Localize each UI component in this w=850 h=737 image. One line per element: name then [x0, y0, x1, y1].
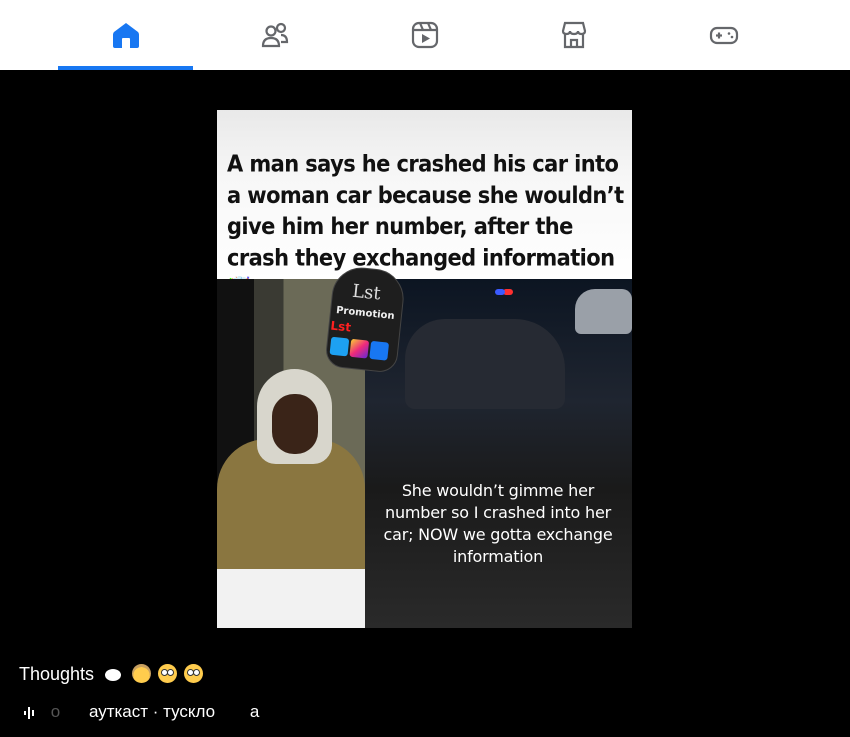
facebook-icon — [369, 340, 390, 361]
tab-reels[interactable] — [357, 0, 492, 70]
instagram-icon — [349, 338, 370, 359]
audio-faded-text: о — [50, 702, 61, 721]
image-headline-area: A man says he crashed his car into a wom… — [217, 110, 632, 303]
home-icon — [112, 23, 139, 48]
image-caption: She wouldn’t gimme her number so I crash… — [383, 481, 613, 566]
tab-marketplace[interactable] — [506, 0, 641, 70]
friends-icon — [261, 22, 288, 48]
thought-bubble-icon — [105, 669, 122, 681]
flushed-face-icon — [184, 664, 204, 683]
audio-label: аутк​аст · тускло — [88, 702, 216, 721]
audio-attribution[interactable]: о аутк​аст · тускло а — [24, 700, 259, 724]
flushed-face-icon — [158, 664, 178, 683]
watermark-logo: Lst Promotion Lst — [313, 264, 414, 383]
twitter-icon — [329, 336, 350, 357]
marketplace-icon — [561, 21, 586, 49]
post-text-content: Thoughts — [19, 664, 95, 684]
exploding-head-icon — [132, 664, 152, 683]
post-image[interactable]: A man says he crashed his car into a wom… — [217, 110, 632, 628]
audio-wave-icon — [24, 706, 34, 719]
post-text: Thoughts — [19, 662, 204, 686]
gaming-icon — [709, 26, 738, 45]
tab-friends[interactable] — [207, 0, 342, 70]
tab-home[interactable] — [58, 0, 193, 70]
audio-suffix: а — [249, 702, 260, 721]
active-tab-indicator — [58, 66, 193, 70]
reels-icon — [411, 21, 438, 49]
tab-gaming[interactable] — [656, 0, 791, 70]
top-navigation — [0, 0, 850, 70]
